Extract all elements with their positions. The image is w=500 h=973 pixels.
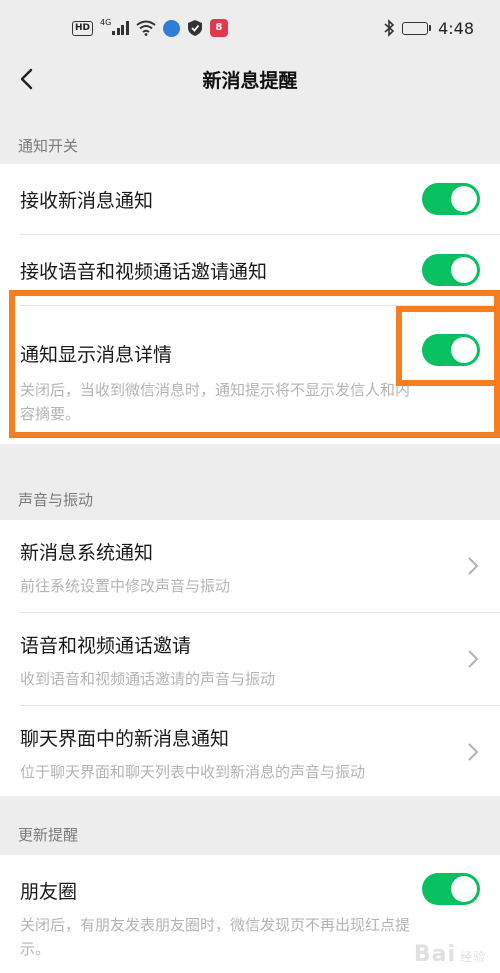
setting-title: 语音和视频通话邀请 — [20, 635, 192, 657]
setting-row-call-invite[interactable]: 语音和视频通话邀请 收到语音和视频通话邀请的声音与振动 — [0, 613, 500, 705]
clock: 4:48 — [438, 18, 474, 38]
receive-new-msg-toggle[interactable] — [422, 183, 480, 215]
browser-app-icon — [162, 19, 180, 37]
nav-bar: 新消息提醒 — [0, 56, 500, 102]
status-icons-left: HD 4G 8 — [72, 19, 228, 37]
status-icons-right: 4:48 — [383, 19, 474, 38]
moments-toggle[interactable] — [422, 873, 480, 905]
chevron-right-icon — [468, 650, 479, 668]
chevron-right-icon — [468, 557, 479, 575]
setting-row-system-notify[interactable]: 新消息系统通知 前往系统设置中修改声音与振动 — [0, 520, 500, 612]
setting-title: 聊天界面中的新消息通知 — [20, 728, 230, 750]
watermark-subtext: 经验 — [459, 950, 486, 964]
receive-call-invite-toggle[interactable] — [422, 254, 480, 286]
chevron-right-icon — [468, 743, 479, 761]
sound-vibration-group: 新消息系统通知 前往系统设置中修改声音与振动 语音和视频通话邀请 收到语音和视频… — [0, 520, 500, 796]
bluetooth-icon — [384, 19, 395, 37]
wifi-icon — [136, 20, 156, 36]
toggle-knob — [451, 186, 477, 212]
setting-description: 前往系统设置中修改声音与振动 — [20, 577, 231, 595]
setting-row-receive-call-invite: 接收语音和视频通话邀请通知 — [0, 235, 500, 305]
section-header-updates: 更新提醒 — [18, 825, 79, 844]
toggle-knob — [451, 337, 477, 363]
status-bar: HD 4G 8 4:48 — [0, 0, 500, 56]
setting-row-receive-new-msg: 接收新消息通知 — [0, 164, 500, 234]
setting-description: 关闭后，有朋友发表朋友圈时，微信发现页不再出现红点提 — [20, 916, 411, 934]
shield-icon — [187, 20, 202, 36]
setting-description-cont: 容摘要。 — [20, 405, 81, 423]
notify-switch-group: 接收新消息通知 接收语音和视频通话邀请通知 通知显示消息详情 关闭后，当收到微信… — [0, 164, 500, 444]
setting-description: 关闭后，当收到微信消息时，通知提示将不显示发信人和内 — [20, 381, 411, 399]
setting-description: 收到语音和视频通话邀请的声音与振动 — [20, 670, 276, 688]
section-header-sound-vibration: 声音与振动 — [18, 490, 94, 509]
network-type-label: 4G — [100, 18, 112, 27]
toggle-knob — [451, 257, 477, 283]
setting-title: 新消息系统通知 — [20, 542, 154, 564]
battery-icon — [402, 21, 432, 35]
setting-title: 接收语音和视频通话邀请通知 — [20, 261, 268, 283]
setting-description-cont: 示。 — [20, 940, 51, 958]
setting-row-chat-notify[interactable]: 聊天界面中的新消息通知 位于聊天界面和聊天列表中收到新消息的声音与振动 — [0, 706, 500, 796]
setting-title: 通知显示消息详情 — [20, 344, 173, 366]
watermark-text: Bai — [413, 942, 456, 967]
back-arrow-icon[interactable] — [14, 65, 42, 93]
hd-icon: HD — [72, 20, 94, 36]
watermark-logo: Bai 经验 — [414, 942, 486, 967]
setting-row-show-detail: 通知显示消息详情 关闭后，当收到微信消息时，通知提示将不显示发信人和内 容摘要。 — [0, 306, 500, 444]
setting-description: 位于聊天界面和聊天列表中收到新消息的声音与振动 — [20, 763, 366, 781]
section-header-notify-switch: 通知开关 — [18, 136, 79, 155]
app-notification-icon: 8 — [209, 19, 228, 37]
show-detail-toggle[interactable] — [422, 334, 480, 366]
page-title: 新消息提醒 — [202, 69, 298, 92]
setting-title: 接收新消息通知 — [20, 190, 154, 212]
toggle-knob — [451, 876, 477, 902]
cellular-signal-icon: 4G — [100, 19, 129, 37]
setting-title: 朋友圈 — [20, 881, 78, 903]
